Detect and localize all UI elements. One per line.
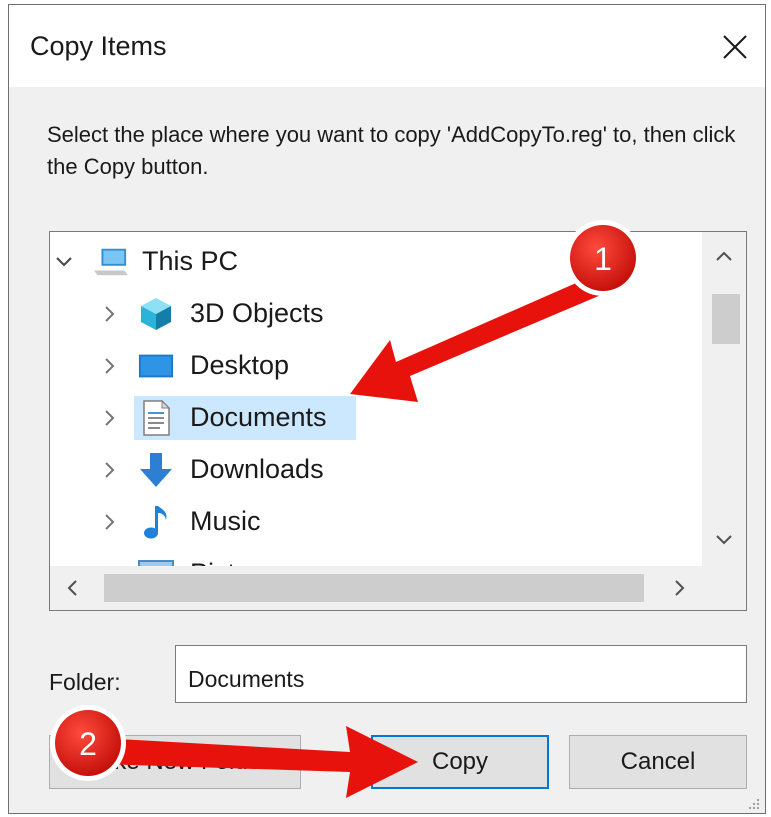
- resize-grip-icon[interactable]: [745, 795, 761, 811]
- copy-items-dialog: Copy Items Select the place where you wa…: [8, 4, 766, 814]
- scroll-down-button[interactable]: [702, 520, 746, 560]
- music-note-icon: [138, 504, 174, 540]
- chevron-right-icon[interactable]: [100, 356, 120, 376]
- folder-tree[interactable]: This PC 3D Objects: [49, 231, 747, 611]
- horizontal-scrollbar[interactable]: [50, 566, 702, 610]
- instructions-text: Select the place where you want to copy …: [47, 119, 747, 183]
- vertical-scrollbar[interactable]: [702, 232, 746, 566]
- tree-node-music[interactable]: Music: [50, 500, 650, 544]
- tree-node-3d-objects[interactable]: 3D Objects: [50, 292, 650, 336]
- close-icon: [722, 34, 748, 60]
- tree-label: Music: [190, 506, 261, 537]
- close-button[interactable]: [711, 23, 759, 71]
- folder-input[interactable]: [175, 645, 747, 703]
- tree-label: Desktop: [190, 350, 289, 381]
- tree-label: Pict: [190, 558, 235, 566]
- title-bar: Copy Items: [9, 5, 765, 87]
- copy-button[interactable]: Copy: [371, 735, 549, 789]
- cancel-button[interactable]: Cancel: [569, 735, 747, 789]
- tree-label: Downloads: [190, 454, 324, 485]
- download-arrow-icon: [138, 452, 174, 488]
- cube-3d-icon: [138, 296, 174, 332]
- folder-label: Folder:: [49, 669, 121, 696]
- chevron-right-icon[interactable]: [100, 512, 120, 532]
- tree-label-this-pc: This PC: [142, 246, 238, 277]
- vertical-scroll-thumb[interactable]: [712, 294, 740, 344]
- tree-viewport: This PC 3D Objects: [50, 232, 702, 566]
- pictures-icon: [138, 556, 174, 566]
- tree-label: 3D Objects: [190, 298, 324, 329]
- scroll-right-button[interactable]: [658, 566, 702, 610]
- dialog-title: Copy Items: [30, 31, 167, 62]
- tree-node-documents[interactable]: Documents: [50, 396, 650, 440]
- chevron-down-icon[interactable]: [54, 252, 74, 272]
- tree-node-downloads[interactable]: Downloads: [50, 448, 650, 492]
- chevron-right-icon[interactable]: [100, 460, 120, 480]
- documents-icon: [138, 400, 174, 436]
- make-new-folder-button[interactable]: Make New Folder: [49, 735, 301, 789]
- desktop-icon: [138, 348, 174, 384]
- computer-icon: [92, 244, 128, 280]
- chevron-right-icon[interactable]: [100, 408, 120, 428]
- tree-label: Documents: [190, 402, 327, 433]
- chevron-up-icon: [715, 250, 733, 262]
- tree-node-desktop[interactable]: Desktop: [50, 344, 650, 388]
- horizontal-scroll-thumb[interactable]: [104, 574, 644, 602]
- scroll-left-button[interactable]: [50, 566, 94, 610]
- scrollbar-corner: [702, 566, 746, 610]
- chevron-left-icon: [66, 579, 78, 597]
- tree-node-pictures[interactable]: Pict: [50, 552, 650, 566]
- chevron-right-icon[interactable]: [100, 304, 120, 324]
- scroll-up-button[interactable]: [702, 236, 746, 276]
- chevron-right-icon: [674, 579, 686, 597]
- chevron-down-icon: [715, 534, 733, 546]
- tree-node-this-pc[interactable]: This PC: [50, 240, 650, 284]
